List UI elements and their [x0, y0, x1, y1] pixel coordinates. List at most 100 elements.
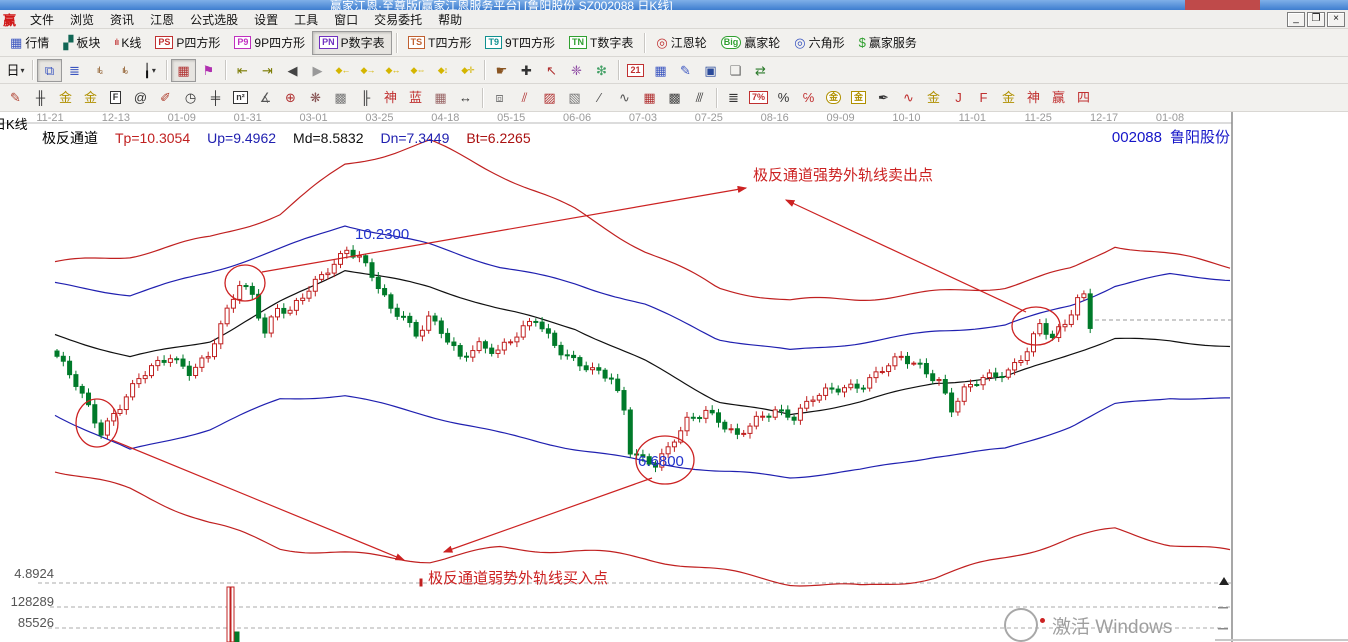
ink-pen-icon[interactable]: ✒ [871, 86, 896, 109]
restore-button[interactable]: ❐ [1307, 12, 1325, 27]
gold-ruler-1-icon[interactable]: 金 [53, 86, 78, 109]
time-circle-icon[interactable]: ◷ [178, 86, 203, 109]
menu-item-help[interactable]: 帮助 [430, 10, 470, 29]
winner-wheel-button[interactable]: Big赢家轮 [714, 31, 788, 55]
zoom-v-icon[interactable]: ◆↕ [430, 59, 455, 82]
percent-icon[interactable]: % [771, 86, 796, 109]
shen-tool-icon[interactable]: 神 [378, 86, 403, 109]
gold-circle-icon[interactable]: 金 [821, 86, 846, 109]
zoom-all-icon[interactable]: ◆✛ [455, 59, 480, 82]
span-arrows-icon[interactable]: ↔ [453, 86, 478, 109]
n-square-icon[interactable]: n² [228, 86, 253, 109]
ying-diag-icon[interactable]: 赢 [1046, 86, 1071, 109]
pivot-marks-icon[interactable]: ╟ [353, 86, 378, 109]
minimize-button[interactable]: _ [1287, 12, 1305, 27]
menu-item-gann[interactable]: 江恩 [142, 10, 182, 29]
menu-item-settings[interactable]: 设置 [246, 10, 286, 29]
winner-service-button[interactable]: $赢家服务 [852, 31, 924, 55]
kline-style-icon[interactable]: ╽▾ [137, 59, 162, 82]
angle-tool-icon[interactable]: ∡ [253, 86, 278, 109]
menu-item-formula-select[interactable]: 公式选股 [182, 10, 246, 29]
gold-diag-2-icon[interactable]: 金 [996, 86, 1021, 109]
f-diag-icon[interactable]: F [971, 86, 996, 109]
close-button[interactable]: × [1327, 12, 1345, 27]
pan-left-icon[interactable]: ◆← [330, 59, 355, 82]
wave-tool-icon[interactable]: ∿ [896, 86, 921, 109]
ratio-list-icon[interactable]: ≣ [721, 86, 746, 109]
titlebar-close-icon[interactable] [1185, 0, 1260, 10]
gold-ruler-2-icon[interactable]: 金 [78, 86, 103, 109]
percent-line-icon[interactable]: ℅ [796, 86, 821, 109]
t-number-button[interactable]: TNT数字表 [562, 31, 640, 55]
zone-window-icon[interactable]: ⧉ [37, 59, 62, 82]
cycle-ruler-icon[interactable]: ╫ [28, 86, 53, 109]
zoom-h-out-icon[interactable]: ◆↔ [380, 59, 405, 82]
trendline-pointer-icon[interactable]: ↖ [539, 59, 564, 82]
chart-canvas[interactable]: 日K线 11-2112-1301-0901-3103-0103-2504-180… [0, 112, 1348, 642]
prev-bar-icon[interactable]: ◀ [280, 59, 305, 82]
compass-circle-icon[interactable]: ⊕ [278, 86, 303, 109]
gann-pattern-2-icon[interactable]: ❇ [589, 59, 614, 82]
calendar-icon[interactable]: 21 [623, 59, 648, 82]
menu-item-window[interactable]: 窗口 [326, 10, 366, 29]
parallel-lines-icon[interactable]: ⫻ [687, 86, 712, 109]
gold-diag-icon[interactable]: 金 [921, 86, 946, 109]
menu-item-browse[interactable]: 浏览 [62, 10, 102, 29]
p-square-button[interactable]: PSP四方形 [148, 31, 227, 55]
brush-tool-icon[interactable]: ✐ [153, 86, 178, 109]
pan-right-icon[interactable]: ◆→ [355, 59, 380, 82]
kline-button[interactable]: ılıK线 [107, 31, 148, 55]
skip-first-icon[interactable]: ⇤ [230, 59, 255, 82]
crosshair-icon[interactable]: ✚ [514, 59, 539, 82]
calculator-icon[interactable]: ▦ [648, 59, 673, 82]
pan-hand-icon[interactable]: ☛ [489, 59, 514, 82]
grid-target-icon[interactable]: ▩ [328, 86, 353, 109]
red-grid-icon[interactable]: ▦ [637, 86, 662, 109]
sectors-button[interactable]: ▞板块 [56, 31, 107, 55]
grid-tool-icon[interactable]: ▦ [428, 86, 453, 109]
si-diag-icon[interactable]: 四 [1071, 86, 1096, 109]
percent-7-icon[interactable]: 7% [746, 86, 771, 109]
skip-last-icon[interactable]: ⇥ [255, 59, 280, 82]
9t-square-button[interactable]: T99T四方形 [478, 31, 562, 55]
fan-gray-icon[interactable]: ▧ [562, 86, 587, 109]
hexagon-button[interactable]: ◎六角形 [787, 31, 851, 55]
zigzag-line-icon[interactable]: ∿ [612, 86, 637, 109]
info-report-icon[interactable]: ≣ [62, 59, 87, 82]
indicator-grid-icon[interactable]: ▦ [171, 59, 196, 82]
export-icon[interactable]: ❏ [723, 59, 748, 82]
dark-grid-icon[interactable]: ▩ [662, 86, 687, 109]
shen-diag-icon[interactable]: 神 [1021, 86, 1046, 109]
quotes-button[interactable]: ▦行情 [3, 31, 56, 55]
scale-ruler-icon[interactable]: ╪ [203, 86, 228, 109]
fan-box-icon[interactable]: ▨ [537, 86, 562, 109]
9p-square-button[interactable]: P99P四方形 [227, 31, 312, 55]
menu-item-news[interactable]: 资讯 [102, 10, 142, 29]
next-bar-icon[interactable]: ▶ [305, 59, 330, 82]
save-icon[interactable]: ▣ [698, 59, 723, 82]
p-number-button[interactable]: PNP数字表 [312, 31, 392, 55]
j-diag-icon[interactable]: J [946, 86, 971, 109]
menu-item-file[interactable]: 文件 [22, 10, 62, 29]
notes-icon[interactable]: ✎ [673, 59, 698, 82]
gann-pattern-1-icon[interactable]: ❈ [564, 59, 589, 82]
f-ruler-icon[interactable]: F [103, 86, 128, 109]
radial-web-icon[interactable]: ❋ [303, 86, 328, 109]
trend-line-icon[interactable]: ∕ [587, 86, 612, 109]
lan-tool-icon[interactable]: 蓝 [403, 86, 428, 109]
zoom-h-in-icon[interactable]: ◆⇔ [405, 59, 430, 82]
overlay-chart-3-icon[interactable]: ıl₃ [87, 59, 112, 82]
gold-line-icon[interactable]: 金 [846, 86, 871, 109]
t-square-button[interactable]: TST四方形 [401, 31, 479, 55]
menu-item-tools[interactable]: 工具 [286, 10, 326, 29]
box-select-icon[interactable]: ⧈ [487, 86, 512, 109]
transfer-icon[interactable]: ⇄ [748, 59, 773, 82]
fan-lines-icon[interactable]: ⫽ [512, 86, 537, 109]
spiral-tool-icon[interactable]: @ [128, 86, 153, 109]
period-day-selector[interactable]: 日▾ [3, 59, 28, 82]
gann-wheel-button[interactable]: ◎江恩轮 [649, 31, 713, 55]
menu-item-trade[interactable]: 交易委托 [366, 10, 430, 29]
overlay-chart-9-icon[interactable]: ıl₉ [112, 59, 137, 82]
signal-flag-icon[interactable]: ⚑ [196, 59, 221, 82]
pencil-tool-icon[interactable]: ✎ [3, 86, 28, 109]
